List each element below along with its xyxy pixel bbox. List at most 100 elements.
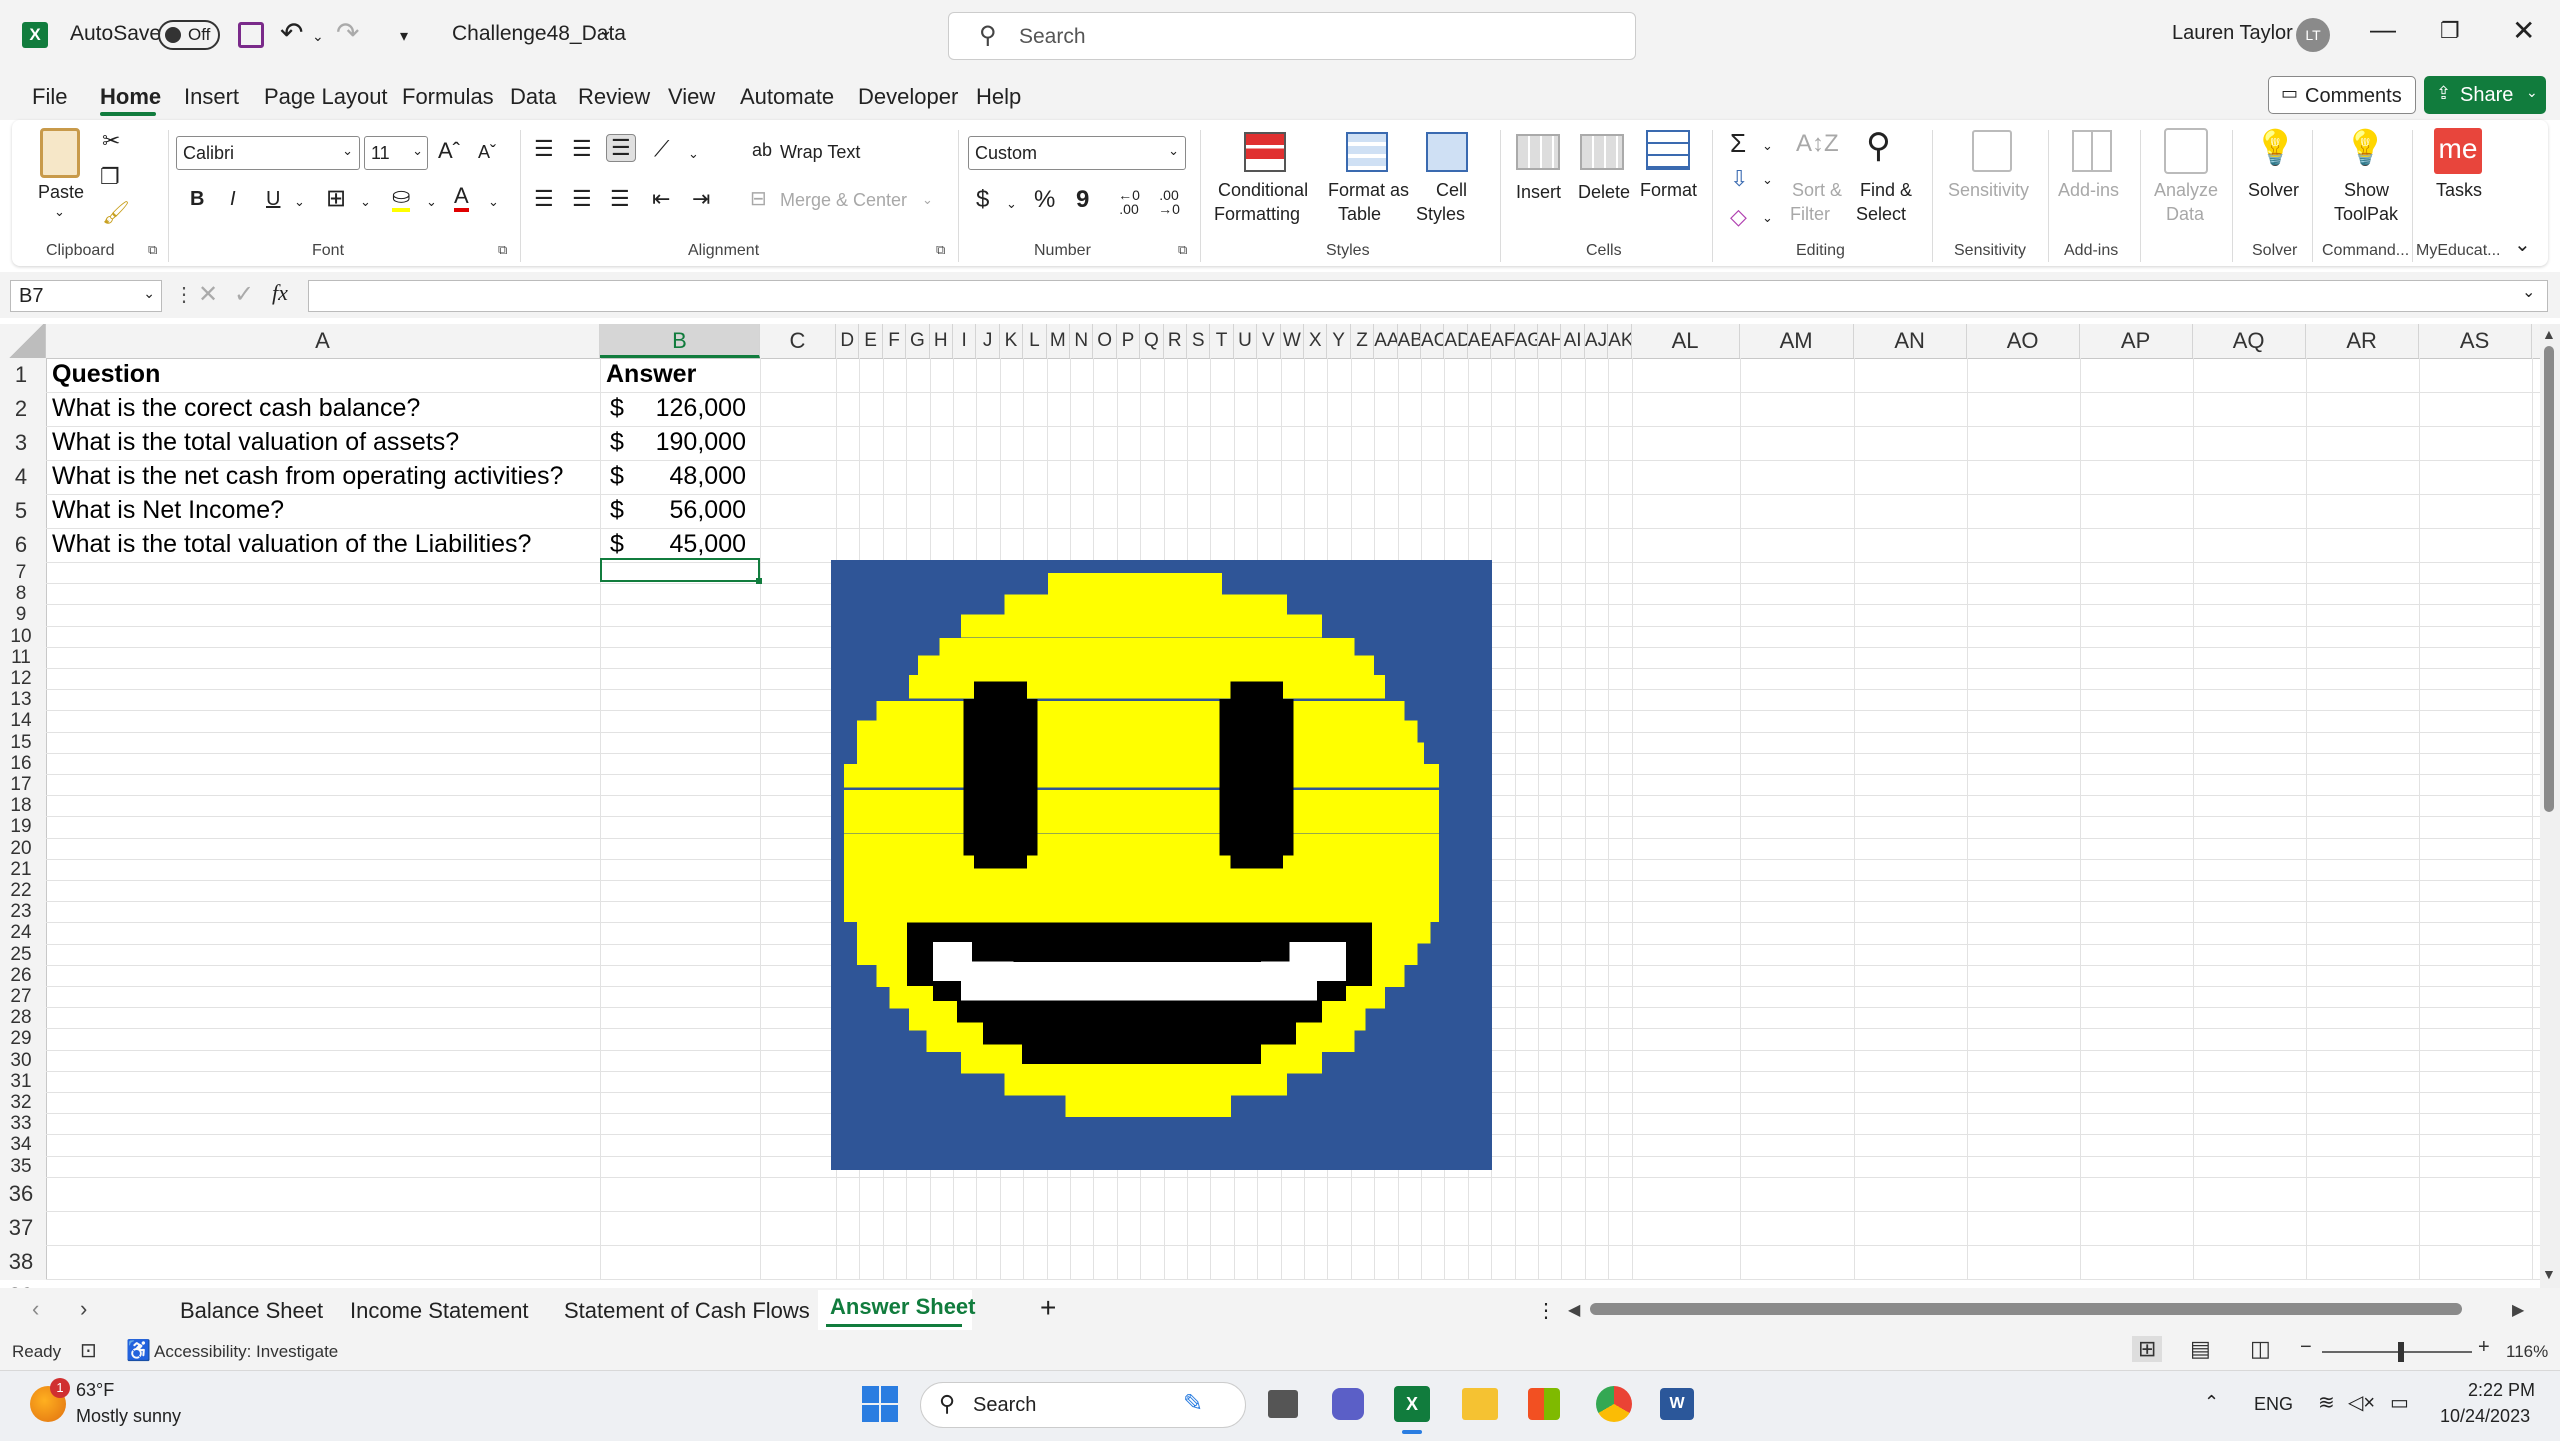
column-header[interactable]: X — [1304, 324, 1328, 358]
format-painter-icon[interactable]: 🖌 — [102, 200, 130, 226]
close-icon[interactable]: ✕ — [2512, 14, 2535, 47]
row-header[interactable]: 13 — [0, 689, 42, 710]
zoom-in-icon[interactable]: + — [2478, 1336, 2490, 1359]
menu-automate[interactable]: Automate — [740, 84, 834, 110]
column-header[interactable]: S — [1187, 324, 1211, 358]
row-header[interactable]: 21 — [0, 859, 42, 880]
borders-dropdown-icon[interactable]: ⌄ — [360, 194, 371, 210]
find-select-label-2[interactable]: Select — [1856, 204, 1906, 225]
column-header[interactable]: AE — [1468, 324, 1492, 358]
row-header[interactable]: 17 — [0, 774, 42, 795]
column-header[interactable]: A — [46, 324, 600, 358]
font-name-select[interactable]: Calibri ⌄ — [176, 136, 360, 170]
column-header[interactable]: G — [906, 324, 930, 358]
scroll-right-icon[interactable]: ▶ — [2512, 1300, 2524, 1320]
column-header[interactable]: O — [1093, 324, 1117, 358]
column-header[interactable]: AI — [1561, 324, 1585, 358]
column-header[interactable]: AH — [1538, 324, 1562, 358]
clear-dropdown-icon[interactable]: ⌄ — [1762, 210, 1773, 226]
question-cell[interactable]: What is the total valuation of assets? — [52, 428, 459, 457]
windows-start-icon[interactable] — [862, 1386, 898, 1422]
sort-filter-label-1[interactable]: Sort & — [1792, 180, 1842, 201]
microsoft-store-icon[interactable] — [1528, 1388, 1560, 1420]
increase-decimal-button[interactable]: ←0 .00 — [1112, 188, 1146, 216]
qat-customize-icon[interactable]: ▾ — [400, 26, 408, 46]
insert-cells-icon[interactable] — [1516, 134, 1560, 170]
more-options-icon[interactable]: ⋮ — [174, 282, 194, 307]
find-select-label-1[interactable]: Find & — [1860, 180, 1912, 201]
format-cells-label[interactable]: Format — [1640, 180, 1697, 201]
row-header[interactable]: 19 — [0, 816, 42, 837]
name-box[interactable]: B7 ⌄ — [10, 280, 162, 312]
active-cell-border[interactable] — [600, 558, 760, 582]
menu-file[interactable]: File — [32, 84, 67, 110]
column-header[interactable]: AL — [1632, 324, 1740, 358]
row-header[interactable]: 25 — [0, 944, 42, 965]
menu-view[interactable]: View — [668, 84, 715, 110]
task-view-icon[interactable] — [1268, 1390, 1298, 1418]
macro-record-icon[interactable]: ⊡ — [80, 1338, 97, 1363]
wrap-text-button[interactable]: Wrap Text — [780, 142, 860, 163]
add-ins-icon[interactable] — [2072, 130, 2112, 172]
column-header[interactable]: C — [760, 324, 836, 358]
column-header[interactable]: E — [859, 324, 883, 358]
font-color-dropdown-icon[interactable]: ⌄ — [488, 194, 499, 210]
avatar[interactable]: LT — [2296, 18, 2330, 52]
column-header[interactable]: AG — [1515, 324, 1538, 358]
clock-time[interactable]: 2:22 PM — [2468, 1380, 2535, 1401]
column-header[interactable]: T — [1210, 324, 1234, 358]
menu-developer[interactable]: Developer — [858, 84, 958, 110]
format-as-table-label-1[interactable]: Format as — [1328, 180, 1409, 201]
volume-icon[interactable]: ◁× — [2348, 1390, 2375, 1415]
column-header[interactable]: AK — [1608, 324, 1632, 358]
scroll-down-icon[interactable]: ▼ — [2542, 1266, 2556, 1282]
row-header[interactable]: 14 — [0, 710, 42, 731]
borders-icon[interactable]: ⊞ — [326, 184, 346, 213]
zoom-out-icon[interactable]: − — [2300, 1336, 2312, 1359]
currency-format-button[interactable]: $ — [976, 186, 989, 214]
share-button[interactable]: ⇪ Share ⌄ — [2424, 76, 2546, 114]
format-as-table-icon[interactable] — [1346, 132, 1388, 172]
title-search-box[interactable]: ⚲ Search — [948, 12, 1636, 60]
taskbar-excel-icon[interactable]: X — [1394, 1386, 1430, 1422]
zoom-slider[interactable] — [2322, 1351, 2472, 1353]
wrap-text-icon[interactable]: ab — [752, 140, 772, 161]
underline-dropdown-icon[interactable]: ⌄ — [294, 194, 305, 210]
conditional-formatting-label-2[interactable]: Formatting — [1214, 204, 1300, 225]
sheet-tab-answer-sheet[interactable]: Answer Sheet — [830, 1294, 976, 1320]
row-header[interactable]: 24 — [0, 922, 42, 943]
shrink-font-icon[interactable]: Aˇ — [478, 142, 496, 163]
scroll-left-icon[interactable]: ◀ — [1568, 1300, 1580, 1320]
column-header[interactable]: AP — [2080, 324, 2193, 358]
answer-value-cell[interactable]: 126,000 — [600, 394, 746, 423]
column-header[interactable]: P — [1117, 324, 1141, 358]
teams-icon[interactable] — [1332, 1388, 1364, 1420]
font-launcher-icon[interactable]: ⧉ — [498, 242, 507, 258]
chrome-icon[interactable] — [1596, 1386, 1632, 1422]
formula-expand-icon[interactable]: ⌄ — [2522, 282, 2535, 302]
column-header[interactable]: AO — [1967, 324, 2080, 358]
sheet-tab-cash-flows[interactable]: Statement of Cash Flows — [564, 1298, 810, 1324]
orientation-icon[interactable]: ⟋ — [654, 136, 669, 162]
sheet-options-icon[interactable]: ⋮ — [1536, 1298, 1556, 1323]
sort-filter-icon[interactable]: A↕Z — [1796, 130, 1839, 158]
row-header[interactable]: 10 — [0, 626, 42, 647]
column-header[interactable]: AA — [1374, 324, 1398, 358]
row-header[interactable]: 36 — [0, 1177, 42, 1211]
wifi-icon[interactable]: ≋ — [2318, 1390, 2335, 1415]
word-icon[interactable]: W — [1660, 1388, 1694, 1420]
autosum-dropdown-icon[interactable]: ⌄ — [1762, 138, 1773, 154]
add-ins-label[interactable]: Add-ins — [2058, 180, 2119, 201]
column-header[interactable]: AS — [2419, 324, 2532, 358]
column-header[interactable]: AD — [1444, 324, 1468, 358]
page-layout-view-icon[interactable]: ▤ — [2190, 1336, 2211, 1362]
row-header[interactable]: 6 — [0, 528, 42, 562]
next-sheet-icon[interactable]: › — [80, 1296, 87, 1322]
decrease-decimal-button[interactable]: .00 →0 — [1152, 188, 1186, 216]
vertical-scroll-thumb[interactable] — [2544, 346, 2554, 812]
sensitivity-icon[interactable] — [1972, 130, 2012, 172]
column-header[interactable]: F — [883, 324, 907, 358]
column-header[interactable]: N — [1070, 324, 1094, 358]
sheet-tab-income-statement[interactable]: Income Statement — [350, 1298, 529, 1324]
font-size-select[interactable]: 11 ⌄ — [364, 136, 428, 170]
